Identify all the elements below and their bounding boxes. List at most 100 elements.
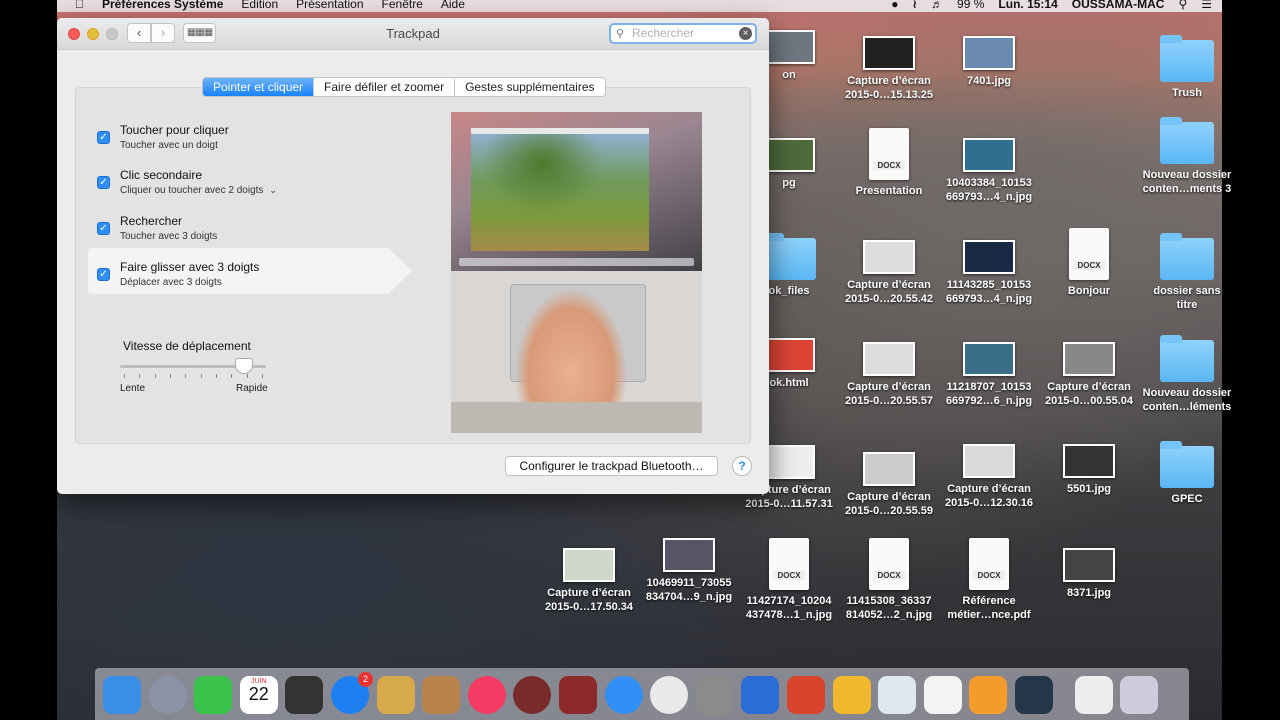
safari-icon[interactable] [604, 676, 643, 714]
checkbox-three-finger-drag[interactable]: ✓ [97, 268, 110, 281]
configure-bluetooth-trackpad-button[interactable]: Configurer le trackpad Bluetooth… [505, 456, 718, 476]
itunes-icon[interactable] [467, 676, 506, 714]
option-tap-to-click[interactable]: ✓ Toucher pour cliquer Toucher avec un d… [88, 111, 388, 157]
desktop-icon[interactable]: Capture d’écran 2015-0…12.30.16 [939, 444, 1039, 510]
finder-icon[interactable] [103, 676, 141, 714]
menu-edition[interactable]: Edition [241, 0, 278, 11]
desktop-icon[interactable]: Capture d’écran 2015-0…15.13.25 [839, 36, 939, 102]
monitor-icon[interactable] [1015, 676, 1053, 714]
chrome-icon[interactable] [650, 676, 689, 714]
desktop-icon[interactable]: DOCX Presentation [839, 128, 939, 198]
tab-more-gestures[interactable]: Gestes supplémentaires [454, 78, 604, 96]
desktop-icon[interactable]: Nouveau dossier conten…ments 3 [1137, 117, 1237, 196]
wifi-icon[interactable]: ≀ [913, 0, 918, 11]
ibooks-icon[interactable] [969, 676, 1008, 714]
image-thumbnail-icon [563, 548, 615, 582]
image-thumbnail-icon [763, 138, 815, 172]
search-field[interactable]: ⚲ Rechercher × [609, 23, 757, 44]
pdf-icon[interactable] [1074, 676, 1113, 714]
facetime-icon[interactable] [194, 676, 233, 714]
preview-icon[interactable] [878, 676, 917, 714]
desktop-icon-label: Référence métier…nce.pdf [947, 595, 1031, 621]
notification-center-icon[interactable]: ☰ [1201, 0, 1212, 11]
desktop-icon-label: 5501.jpg [1066, 483, 1112, 495]
iphoto-icon[interactable] [923, 676, 962, 714]
word-icon[interactable] [741, 676, 780, 714]
spotlight-icon[interactable]: ⚲ [1178, 0, 1187, 11]
desktop-icon[interactable]: Nouveau dossier conten…léments [1137, 335, 1237, 414]
image-thumbnail-icon [763, 338, 815, 372]
desktop-icon[interactable]: Capture d’écran 2015-0…17.50.34 [539, 548, 639, 614]
desktop-icon-label: Capture d’écran 2015-0…20.55.42 [844, 279, 934, 305]
image-thumbnail-icon [963, 444, 1015, 478]
apple-menu-icon[interactable]:  [75, 0, 84, 11]
folder-icon [1160, 441, 1214, 488]
option-three-finger-drag[interactable]: ✓ Faire glisser avec 3 doigts Déplacer a… [88, 248, 412, 294]
powerpoint-icon[interactable] [787, 676, 825, 714]
document-icon: DOCX [869, 538, 909, 590]
contacts-icon[interactable] [422, 676, 461, 714]
clock[interactable]: Lun. 15:14 [998, 0, 1057, 11]
desktop-icon-label: Capture d’écran 2015-0…15.13.25 [844, 75, 934, 101]
desktop-icon[interactable]: Capture d’écran 2015-0…00.55.04 [1039, 342, 1139, 408]
dictionary-icon[interactable] [559, 676, 597, 714]
tab-pointer-click[interactable]: Pointer et cliquer [203, 78, 314, 96]
menu-aide[interactable]: Aide [441, 0, 465, 11]
image-thumbnail-icon [863, 342, 915, 376]
trash-icon[interactable] [1120, 676, 1159, 714]
system-preferences-icon[interactable] [695, 676, 734, 714]
desktop-icon[interactable]: 11143285_10153 669793…4_n.jpg [939, 240, 1039, 306]
chevron-down-icon: ⌄ [269, 185, 277, 195]
photo-booth-icon[interactable] [285, 676, 324, 714]
search-icon: ⚲ [616, 28, 625, 40]
option-secondary-click[interactable]: ✓ Clic secondaire Cliquer ou toucher ave… [88, 156, 388, 202]
desktop-icon-label: Nouveau dossier conten…ments 3 [1142, 169, 1232, 195]
desktop-icon[interactable]: 10403384_10153 669793…4_n.jpg [939, 138, 1039, 204]
desktop-icon[interactable]: 11218707_10153 669792…6_n.jpg [939, 342, 1039, 408]
slider-knob[interactable] [235, 358, 254, 374]
menu-app-name[interactable]: Préférences Système [102, 0, 223, 11]
desktop-icon[interactable]: Capture d’écran 2015-0…20.55.59 [839, 452, 939, 518]
photos-icon[interactable] [513, 676, 552, 714]
option-title: Toucher pour cliquer [120, 123, 229, 137]
desktop-icon[interactable]: 7401.jpg [939, 36, 1039, 88]
desktop-icon[interactable]: 8371.jpg [1039, 548, 1139, 600]
menu-fenetre[interactable]: Fenêtre [382, 0, 423, 11]
option-subtitle[interactable]: Cliquer ou toucher avec 2 doigts ⌄ [120, 185, 277, 196]
desktop-icon[interactable]: Capture d’écran 2015-0…20.55.57 [839, 342, 939, 408]
desktop-icon[interactable]: GPEC [1137, 441, 1237, 506]
volume-icon[interactable]: ♬ [931, 0, 943, 11]
tab-scroll-zoom[interactable]: Faire défiler et zoomer [313, 78, 454, 96]
user-name[interactable]: OUSSAMA-MAC [1072, 0, 1165, 11]
desktop-icon[interactable]: Trush [1137, 35, 1237, 100]
desktop-icon[interactable]: 10469911_73055 834704…9_n.jpg [639, 538, 739, 604]
desktop-icon[interactable]: dossier sans titre [1137, 233, 1237, 312]
calendar-day: 22 [248, 684, 269, 704]
desktop-icon-label: 8371.jpg [1066, 587, 1112, 599]
option-lookup[interactable]: ✓ Rechercher Toucher avec 3 doigts [88, 202, 388, 248]
desktop-icon[interactable]: DOCX 11427174_10204 437478…1_n.jpg [739, 538, 839, 622]
slider-max-label: Rapide [236, 383, 268, 394]
notification-icon[interactable]: ● [891, 0, 898, 11]
clear-search-icon[interactable]: × [739, 27, 752, 40]
mail-icon[interactable] [376, 676, 415, 714]
desktop-icon[interactable]: Capture d’écran 2015-0…20.55.42 [839, 240, 939, 306]
desktop-icon[interactable]: 5501.jpg [1039, 444, 1139, 496]
battery-status[interactable]: 99 % [957, 0, 984, 11]
option-subtitle: Toucher avec 3 doigts [120, 231, 218, 242]
desktop-icon[interactable]: DOCX 11415308_36337 814052…2_n.jpg [839, 538, 939, 622]
desktop-icon-label: Capture d’écran 2015-0…17.50.34 [544, 587, 634, 613]
help-button[interactable]: ? [732, 456, 752, 476]
search-placeholder: Rechercher [632, 26, 695, 40]
checkbox-lookup[interactable]: ✓ [97, 222, 110, 235]
checkbox-secondary-click[interactable]: ✓ [97, 176, 110, 189]
image-thumbnail-icon [963, 36, 1015, 70]
checkbox-tap-to-click[interactable]: ✓ [97, 131, 110, 144]
menu-presentation[interactable]: Présentation [296, 0, 363, 11]
desktop-icon[interactable]: DOCX Bonjour [1039, 228, 1139, 298]
app-store-icon[interactable]: 2 [331, 672, 373, 714]
calendar-icon[interactable]: JUIN 22 [239, 676, 278, 714]
launchpad-icon[interactable] [148, 676, 187, 714]
desktop-icon[interactable]: DOCX Référence métier…nce.pdf [939, 538, 1039, 622]
outlook-icon[interactable] [832, 676, 871, 714]
